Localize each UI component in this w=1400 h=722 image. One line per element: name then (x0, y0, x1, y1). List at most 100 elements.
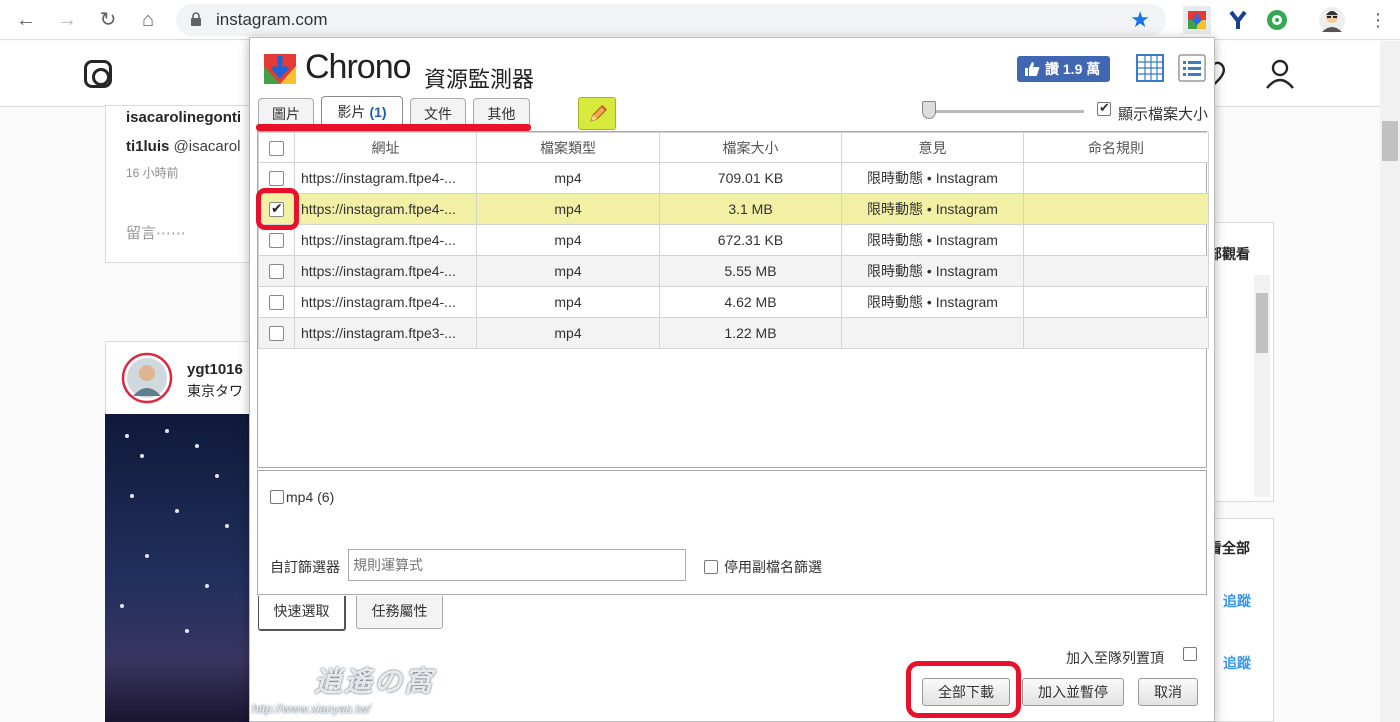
row-rule[interactable] (1023, 317, 1209, 349)
follow-button-1[interactable]: 追蹤 (1223, 591, 1251, 611)
comment-time: 16 小時前 (126, 166, 179, 180)
row-size: 1.22 MB (659, 317, 842, 349)
row-url: https://instagram.ftpe4-... (294, 224, 477, 256)
custom-filter-label: 自訂篩選器 (270, 559, 340, 575)
chrono-extension-icon[interactable] (1183, 6, 1211, 34)
post-avatar[interactable] (121, 352, 173, 404)
row-type: mp4 (476, 255, 660, 287)
row-note: 限時動態 • Instagram (841, 162, 1024, 194)
row-checkbox[interactable] (269, 233, 284, 249)
lock-icon (191, 12, 201, 26)
home-icon[interactable]: ⌂ (134, 6, 162, 34)
cancel-button[interactable]: 取消 (1138, 678, 1198, 706)
tab-task-properties[interactable]: 任務屬性 (356, 596, 443, 629)
list-view-icon[interactable] (1178, 54, 1206, 82)
add-and-pause-button[interactable]: 加入並暫停 (1022, 678, 1124, 706)
post-photo[interactable] (105, 414, 250, 722)
row-checkbox[interactable] (269, 295, 284, 311)
browser-menu-icon[interactable]: ⋮ (1364, 6, 1392, 34)
table-row[interactable]: https://instagram.ftpe3-... mp4 1.22 MB (258, 317, 1209, 349)
row-rule[interactable] (1023, 286, 1209, 318)
show-file-size-checkbox[interactable] (1097, 100, 1111, 116)
row-type: mp4 (476, 193, 660, 225)
table-row[interactable]: https://instagram.ftpe4-... mp4 3.1 MB 限… (258, 193, 1209, 225)
comment-input[interactable]: 留言⋯⋯ (126, 222, 186, 243)
row-type: mp4 (476, 162, 660, 194)
mp4-filter-checkbox[interactable] (270, 490, 284, 504)
row-size: 5.55 MB (659, 255, 842, 287)
row-checkbox[interactable] (269, 326, 284, 342)
forward-arrow-icon[interactable]: → (53, 6, 81, 34)
row-type: mp4 (476, 317, 660, 349)
row-url: https://instagram.ftpe4-... (294, 162, 477, 194)
row-rule[interactable] (1023, 255, 1209, 287)
row-size: 672.31 KB (659, 224, 842, 256)
watermark: 逍遙の窩 http://www.xiaoyao.tw/ (252, 660, 472, 720)
size-slider-handle[interactable] (922, 101, 936, 119)
row-rule[interactable] (1023, 193, 1209, 225)
tab-quick-select[interactable]: 快速選取 (258, 596, 346, 631)
column-header-type[interactable]: 檔案類型 (476, 132, 660, 163)
row-type: mp4 (476, 224, 660, 256)
watermark-title: 逍遙の窩 (314, 666, 435, 697)
comment-text-handle[interactable]: @isacarol (174, 138, 241, 155)
table-row[interactable]: https://instagram.ftpe4-... mp4 672.31 K… (258, 224, 1209, 256)
checkbox-highlight-box (256, 188, 299, 230)
thumbs-up-icon (1025, 62, 1040, 76)
row-rule[interactable] (1023, 224, 1209, 256)
chrono-popup: Chrono 資源監測器 讚 1.9 萬 圖片 影片(1) 文件 其他 顯示檔案… (249, 37, 1215, 722)
row-note: 限時動態 • Instagram (841, 193, 1024, 225)
mp4-type-filter[interactable]: mp4 (6) (270, 489, 334, 505)
table-header-row: 網址 檔案類型 檔案大小 意見 命名規則 (258, 132, 1209, 163)
page-scrollbar[interactable] (1380, 41, 1400, 722)
browser-toolbar: ← → ↻ ⌂ instagram.com ★ ⋮ (0, 0, 1400, 40)
follow-button-2[interactable]: 追蹤 (1223, 653, 1251, 673)
facebook-like-button[interactable]: 讚 1.9 萬 (1017, 56, 1110, 82)
address-url[interactable]: instagram.com (216, 10, 327, 30)
row-url: https://instagram.ftpe3-... (294, 317, 477, 349)
row-checkbox[interactable] (269, 171, 284, 187)
table-row[interactable]: https://instagram.ftpe4-... mp4 709.01 K… (258, 162, 1209, 194)
y-extension-icon[interactable] (1224, 6, 1252, 34)
column-header-rule[interactable]: 命名規則 (1023, 132, 1209, 163)
row-rule[interactable] (1023, 162, 1209, 194)
disable-ext-filter[interactable]: 停用副檔名篩選 (704, 557, 822, 577)
comment-text: ti1luis @isacarol (126, 138, 240, 155)
select-all-cell[interactable] (258, 132, 295, 163)
comment-username[interactable]: isacarolinegonti (126, 109, 241, 126)
column-header-note[interactable]: 意見 (841, 132, 1024, 163)
app-subtitle: 資源監測器 (424, 67, 535, 92)
back-arrow-icon[interactable]: ← (12, 6, 40, 34)
address-bar[interactable]: instagram.com ★ (176, 4, 1166, 36)
rule-expression-input[interactable] (348, 549, 686, 581)
profile-icon[interactable] (1264, 58, 1296, 90)
row-size: 4.62 MB (659, 286, 842, 318)
queue-top-checkbox[interactable] (1183, 647, 1197, 661)
row-checkbox[interactable] (269, 264, 284, 280)
disable-ext-filter-checkbox[interactable] (704, 560, 718, 574)
table-row[interactable]: https://instagram.ftpe4-... mp4 4.62 MB … (258, 286, 1209, 318)
table-row[interactable]: https://instagram.ftpe4-... mp4 5.55 MB … (258, 255, 1209, 287)
bookmark-star-icon[interactable]: ★ (1130, 7, 1150, 33)
chrono-logo-icon (264, 54, 296, 84)
post-username[interactable]: ygt1016 (187, 361, 243, 378)
size-slider-track[interactable] (926, 110, 1084, 113)
reload-icon[interactable]: ↻ (94, 6, 122, 34)
column-header-url[interactable]: 網址 (294, 132, 477, 163)
profile-avatar-icon[interactable] (1318, 6, 1346, 34)
instagram-logo-icon[interactable] (84, 60, 112, 88)
row-url: https://instagram.ftpe4-... (294, 255, 477, 287)
queue-top-label: 加入至隊列置頂 (1066, 650, 1164, 666)
row-type: mp4 (476, 286, 660, 318)
disable-ext-filter-label: 停用副檔名篩選 (724, 559, 822, 575)
green-extension-icon[interactable] (1263, 6, 1291, 34)
grid-view-icon[interactable] (1136, 54, 1164, 82)
select-all-checkbox[interactable] (269, 140, 284, 156)
row-note (841, 317, 1024, 349)
comment-text-user[interactable]: ti1luis (126, 138, 169, 155)
sidebar-scrollbar[interactable] (1254, 275, 1270, 497)
edit-button[interactable] (578, 97, 616, 130)
column-header-size[interactable]: 檔案大小 (659, 132, 842, 163)
resource-table-area: 網址 檔案類型 檔案大小 意見 命名規則 https://instagram.f… (257, 131, 1209, 468)
post-location[interactable]: 東京タワ (187, 381, 243, 401)
